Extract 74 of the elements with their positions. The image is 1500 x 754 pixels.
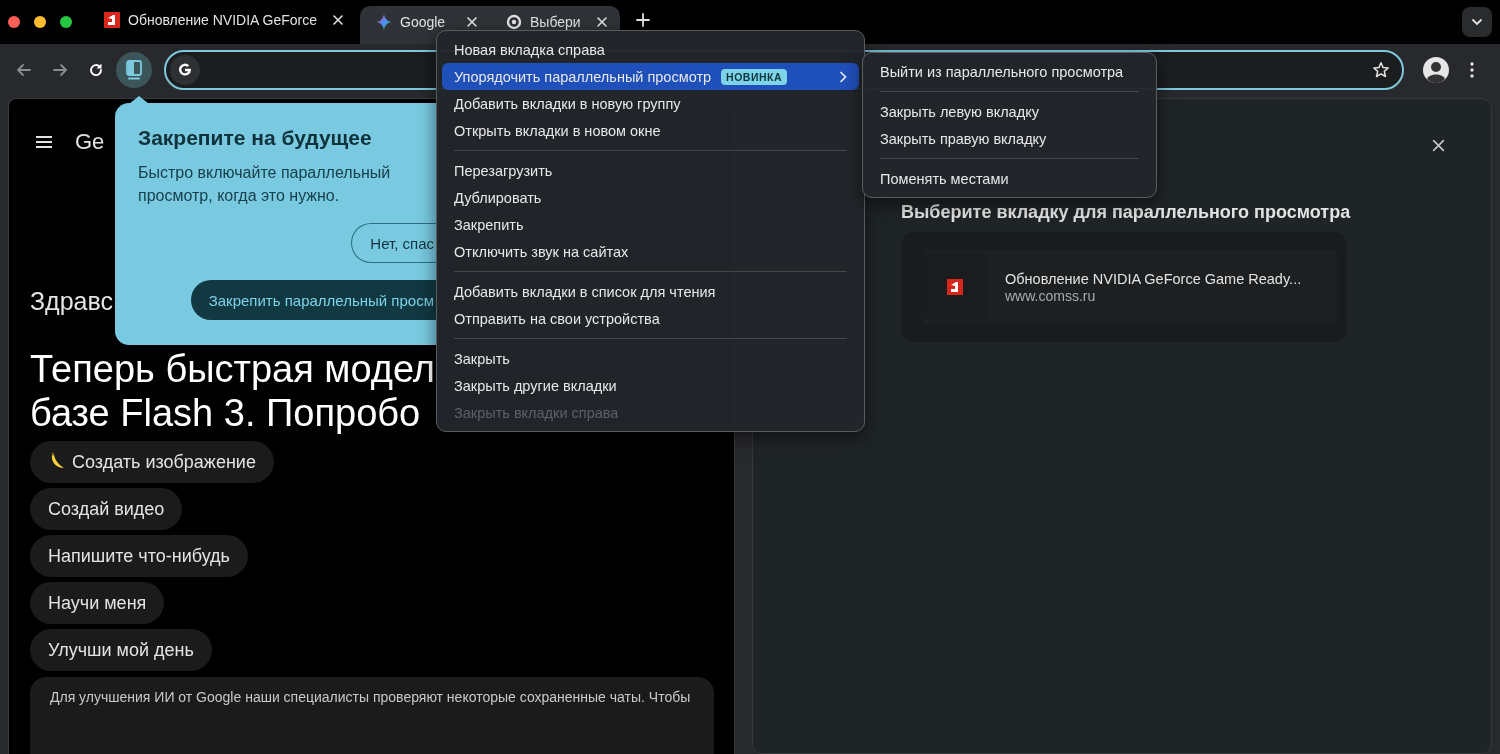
menu-item-label: Отправить на свои устройства	[454, 310, 660, 327]
prompt-chip[interactable]: Создать изображение	[30, 441, 274, 483]
menu-item[interactable]: Открыть вкладки в новом окне	[442, 117, 859, 144]
browser-tab[interactable]: Выбери	[490, 6, 620, 38]
menu-item[interactable]: Закрыть правую вкладку	[868, 125, 1151, 152]
app-logo-text: Ge	[75, 129, 105, 155]
menu-item[interactable]: Добавить вкладки в список для чтения	[442, 278, 859, 305]
menu-item-label: Закрыть левую вкладку	[880, 103, 1039, 120]
star-icon[interactable]	[1372, 61, 1390, 79]
site-logo-icon	[104, 12, 120, 28]
new-tab-icon[interactable]	[636, 13, 650, 27]
menu-item[interactable]: Поменять местами	[868, 165, 1151, 192]
menu-item-label: Открыть вкладки в новом окне	[454, 122, 661, 139]
menu-item[interactable]: Закрыть другие вкладки	[442, 372, 859, 399]
avatar-icon[interactable]	[1423, 57, 1449, 83]
menu-item[interactable]: Дублировать	[442, 184, 859, 211]
menu-item-label: Добавить вкладки в список для чтения	[454, 283, 716, 300]
browser-tab[interactable]: Google	[360, 6, 490, 38]
tab-close-icon[interactable]	[332, 14, 344, 26]
split-view-button[interactable]	[116, 52, 152, 88]
popover-title: Закрепите на будущее	[138, 125, 373, 151]
window-control-icon[interactable]	[34, 16, 46, 28]
tab-search-button[interactable]	[1462, 7, 1492, 37]
tab-url: www.comss.ru	[1005, 287, 1097, 304]
sparkle-icon	[376, 14, 392, 30]
menu-item-label: Упорядочить параллельный просмотр	[454, 68, 712, 85]
ring-icon	[506, 14, 522, 30]
menu-item[interactable]: Выйти из параллельного просмотра	[868, 58, 1151, 85]
menu-item-label: Закрыть правую вкладку	[880, 130, 1047, 147]
menu-item[interactable]: Отправить на свои устройства	[442, 305, 859, 332]
menu-item[interactable]: Закрепить	[442, 211, 859, 238]
greeting-text: Здравс	[30, 286, 113, 317]
new-badge: НОВИНКА	[721, 68, 788, 85]
menu-icon[interactable]	[35, 135, 53, 149]
menu-item-label: Поменять местами	[880, 170, 1009, 187]
panel-title: Выберите вкладку для параллельного просмотра	[901, 201, 1352, 224]
menu-item-label: Добавить вкладки в новую группу	[454, 95, 681, 112]
pin-button[interactable]: Закрепить параллельный просм	[190, 280, 436, 320]
menu-item[interactable]: Отключить звук на сайтах	[442, 238, 859, 265]
tab-close-icon[interactable]	[596, 16, 608, 28]
site-logo-icon	[947, 279, 963, 295]
reload-icon[interactable]	[87, 61, 105, 79]
menu-item[interactable]: Перезагрузить	[442, 157, 859, 184]
split-view-icon	[125, 60, 143, 80]
menu-item-label: Перезагрузить	[454, 162, 553, 179]
prompt-chip[interactable]: Напишите что-нибудь	[30, 535, 248, 577]
menu-item-label: Дублировать	[454, 189, 542, 206]
menu-item-label: Отключить звук на сайтах	[454, 243, 629, 260]
menu-item-label: Новая вкладка справа	[454, 41, 605, 58]
close-icon	[1432, 139, 1445, 152]
privacy-notice: Для улучшения ИИ от Google наши специалисты проверяют некоторые сохраненные чаты. Чтобы	[30, 677, 714, 754]
menu-item-label: Закрыть	[454, 350, 510, 367]
window-control-icon[interactable]	[60, 16, 72, 28]
popover-text: Быстро включайте параллельный просмотр, когда это нужно.	[138, 163, 392, 206]
menu-item[interactable]: Упорядочить параллельный просмотр НОВИНКА	[442, 63, 859, 90]
caret-icon	[1471, 18, 1483, 26]
menu-item[interactable]: Добавить вкладки в новую группу	[442, 90, 859, 117]
headline: Теперь быстрая модел базе Flash 3. Попробо	[30, 347, 435, 435]
window-control-icon[interactable]	[8, 16, 20, 28]
menu-item-label: Закрыть вкладки справа	[454, 404, 619, 421]
logo-icon	[177, 62, 193, 78]
menu-item-label: Закрепить	[454, 216, 524, 233]
browser-tab[interactable]: Обновление NVIDIA GeForce	[88, 4, 356, 36]
menu-item-label: Закрыть другие вкладки	[454, 377, 617, 394]
tab-option[interactable]: Обновление NVIDIA GeForce Game Ready... www.comss.ru	[923, 250, 1337, 324]
menu-item-label: Выйти из параллельного просмотра	[880, 63, 1124, 80]
menu-item[interactable]: Новая вкладка справа	[442, 36, 859, 63]
tab-close-icon[interactable]	[466, 16, 478, 28]
tab-title: Обновление NVIDIA GeForce Game Ready...	[1005, 270, 1302, 287]
prompt-chip[interactable]: Создай видео	[30, 488, 183, 530]
prompt-chip[interactable]: Улучши мой день	[30, 629, 212, 671]
prompt-chip[interactable]: Научи меня	[30, 582, 165, 624]
menu-item[interactable]: Закрыть левую вкладку	[868, 98, 1151, 125]
menu-item[interactable]: Закрыть	[442, 345, 859, 372]
